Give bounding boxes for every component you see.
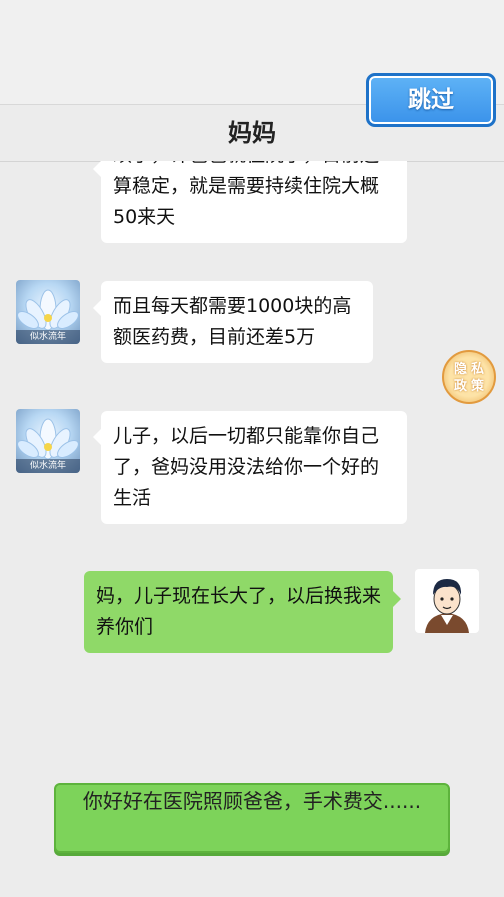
- privacy-label-line2: 政策: [453, 379, 488, 394]
- mom-avatar[interactable]: 似水流年: [16, 280, 80, 344]
- message-bubble: 而且每天都需要1000块的高额医药费，目前还差5万: [101, 281, 373, 363]
- message-bubble: 续了，许爸爸就住院了，目前还算稳定，就是需要持续住院大概50来天: [101, 161, 407, 243]
- message-text: 妈，儿子现在长大了，以后换我来养你们: [96, 585, 382, 638]
- message-bubble: 儿子，以后一切都只能靠你自己了，爸妈没用没法给你一个好的生活: [101, 411, 407, 524]
- bubble-tail: [393, 591, 401, 607]
- son-avatar[interactable]: [415, 569, 479, 633]
- chat-title: 妈妈: [228, 119, 276, 147]
- avatar-caption: 似水流年: [16, 330, 80, 344]
- reply-choice-button[interactable]: 你好好在医院照顾爸爸，手术费交......: [54, 783, 450, 853]
- bubble-tail: [93, 161, 101, 177]
- message-text: 而且每天都需要1000块的高额医药费，目前还差5万: [113, 295, 352, 348]
- privacy-label-line1: 隐私: [453, 362, 488, 377]
- message-text: 儿子，以后一切都只能靠你自己了，爸妈没用没法给你一个好的生活: [113, 425, 380, 509]
- privacy-policy-button[interactable]: 隐私 政策: [442, 350, 496, 404]
- message-text: 续了，许爸爸就住院了，目前还算稳定，就是需要持续住院大概50来天: [113, 161, 380, 228]
- cartoon-boy-icon: [425, 579, 469, 633]
- avatar-caption: 似水流年: [16, 459, 80, 473]
- bubble-tail: [93, 429, 101, 445]
- mom-avatar[interactable]: 似水流年: [16, 409, 80, 473]
- bubble-tail: [93, 300, 101, 316]
- skip-button[interactable]: 跳过: [366, 73, 496, 127]
- message-bubble: 妈，儿子现在长大了，以后换我来养你们: [84, 571, 393, 653]
